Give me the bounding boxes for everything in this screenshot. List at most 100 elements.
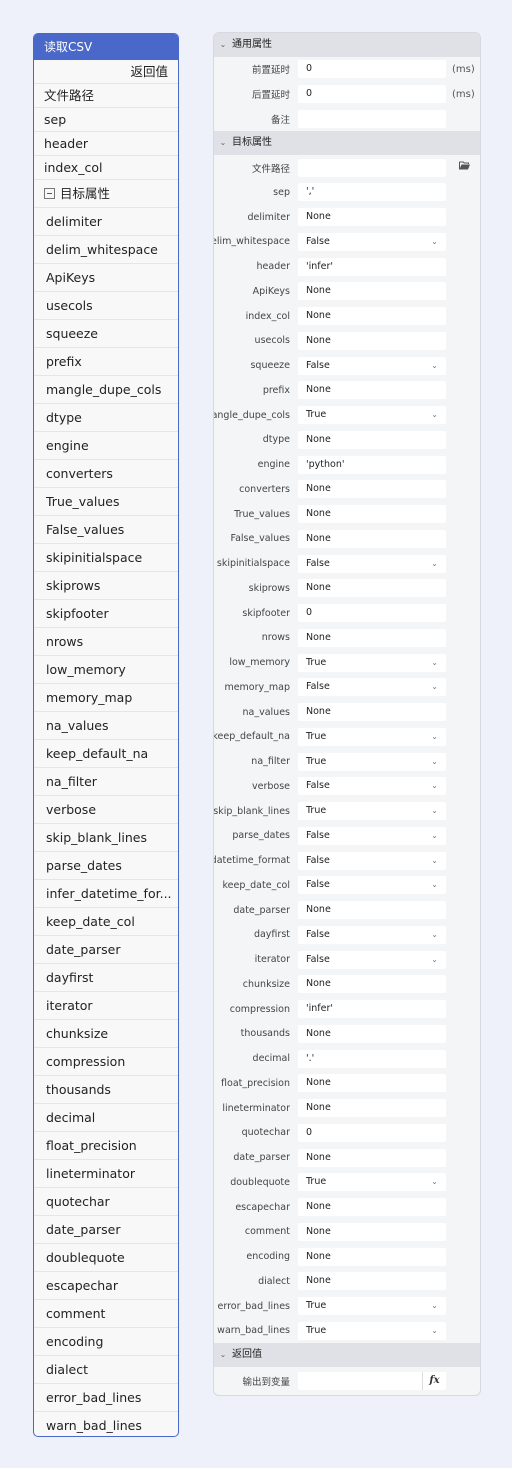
file-path-input[interactable] — [298, 158, 446, 177]
node-param-row[interactable]: mangle_dupe_cols — [34, 376, 178, 404]
prop-input[interactable]: None — [298, 480, 446, 499]
prop-input[interactable]: 'infer' — [298, 1000, 446, 1019]
node-param-row[interactable]: skipfooter — [34, 600, 178, 628]
prop-input[interactable]: '.' — [298, 1049, 446, 1068]
node-param-row[interactable]: error_bad_lines — [34, 1384, 178, 1412]
node-param-row[interactable]: infer_datetime_for... — [34, 880, 178, 908]
node-param-row[interactable]: low_memory — [34, 656, 178, 684]
prop-input[interactable]: 0 — [298, 1123, 446, 1142]
prop-input[interactable]: 0 — [298, 604, 446, 623]
node-param-row[interactable]: index_col — [34, 156, 178, 180]
prop-input[interactable]: None — [298, 628, 446, 647]
prop-input[interactable]: None — [298, 1148, 446, 1167]
node-param-row[interactable]: engine — [34, 432, 178, 460]
prop-select[interactable]: True ⌄ — [298, 802, 446, 821]
node-param-row[interactable]: sep — [34, 108, 178, 132]
prop-input[interactable]: None — [298, 1099, 446, 1118]
prop-input[interactable]: None — [298, 529, 446, 548]
section-output-header[interactable]: ⌄ 返回值 — [214, 1343, 480, 1368]
prop-input[interactable]: None — [298, 901, 446, 920]
node-param-row[interactable]: True_values — [34, 488, 178, 516]
node-param-row[interactable]: doublequote — [34, 1244, 178, 1272]
node-param-row[interactable]: nrows — [34, 628, 178, 656]
node-param-row[interactable]: dialect — [34, 1356, 178, 1384]
node-param-row[interactable]: skipinitialspace — [34, 544, 178, 572]
prop-input[interactable]: None — [298, 381, 446, 400]
prop-select[interactable]: False ⌄ — [298, 356, 446, 375]
prop-select[interactable]: True ⌄ — [298, 752, 446, 771]
node-param-row[interactable]: converters — [34, 460, 178, 488]
node-param-row[interactable]: False_values — [34, 516, 178, 544]
prop-select[interactable]: True ⌄ — [298, 1321, 446, 1340]
node-param-row[interactable]: keep_default_na — [34, 740, 178, 768]
node-param-row[interactable]: verbose — [34, 796, 178, 824]
node-param-row[interactable]: comment — [34, 1300, 178, 1328]
node-param-row[interactable]: 文件路径 — [34, 84, 178, 108]
prop-input[interactable]: None — [298, 208, 446, 227]
prop-input[interactable]: 0 — [298, 85, 446, 104]
prop-input[interactable]: None — [298, 505, 446, 524]
node-section-target[interactable]: 目标属性 — [34, 180, 178, 208]
prop-select[interactable]: False ⌄ — [298, 232, 446, 251]
prop-input[interactable]: None — [298, 331, 446, 350]
prop-input[interactable]: None — [298, 703, 446, 722]
prop-input[interactable]: 'python' — [298, 455, 446, 474]
prop-select[interactable]: True ⌄ — [298, 406, 446, 425]
node-param-row[interactable]: dtype — [34, 404, 178, 432]
node-param-row[interactable]: skiprows — [34, 572, 178, 600]
node-param-row[interactable]: delimiter — [34, 208, 178, 236]
prop-input[interactable]: None — [298, 1247, 446, 1266]
prop-input[interactable]: None — [298, 975, 446, 994]
prop-select[interactable]: False ⌄ — [298, 554, 446, 573]
prop-select[interactable]: False ⌄ — [298, 925, 446, 944]
prop-input[interactable]: 0 — [298, 60, 446, 79]
prop-select[interactable]: True ⌄ — [298, 727, 446, 746]
prop-select[interactable]: False ⌄ — [298, 851, 446, 870]
node-param-row[interactable]: memory_map — [34, 684, 178, 712]
prop-input[interactable]: None — [298, 430, 446, 449]
node-param-row[interactable]: header — [34, 132, 178, 156]
prop-input[interactable]: None — [298, 579, 446, 598]
prop-select[interactable]: True ⌄ — [298, 1297, 446, 1316]
node-param-row[interactable]: ApiKeys — [34, 264, 178, 292]
section-general-header[interactable]: ⌄ 通用属性 — [214, 33, 480, 57]
collapse-icon[interactable] — [44, 188, 55, 199]
node-param-row[interactable]: date_parser — [34, 936, 178, 964]
node-param-row[interactable]: warn_bad_lines — [34, 1412, 178, 1436]
node-param-row[interactable]: delim_whitespace — [34, 236, 178, 264]
node-param-row[interactable]: squeeze — [34, 320, 178, 348]
node-param-row[interactable]: chunksize — [34, 1020, 178, 1048]
node-param-row[interactable]: prefix — [34, 348, 178, 376]
prop-select[interactable]: False ⌄ — [298, 678, 446, 697]
node-param-row[interactable]: escapechar — [34, 1272, 178, 1300]
prop-select[interactable]: True ⌄ — [298, 653, 446, 672]
prop-select[interactable]: False ⌄ — [298, 876, 446, 895]
node-param-row[interactable]: na_values — [34, 712, 178, 740]
prop-input[interactable] — [298, 109, 446, 128]
prop-input[interactable]: 'infer' — [298, 257, 446, 276]
prop-input[interactable]: None — [298, 307, 446, 326]
node-param-row[interactable]: na_filter — [34, 768, 178, 796]
node-param-row[interactable]: thousands — [34, 1076, 178, 1104]
node-param-row[interactable]: parse_dates — [34, 852, 178, 880]
prop-input[interactable]: ',' — [298, 183, 446, 202]
prop-input[interactable]: None — [298, 1198, 446, 1217]
prop-input[interactable]: None — [298, 1222, 446, 1241]
node-param-row[interactable]: iterator — [34, 992, 178, 1020]
node-return-port[interactable]: 返回值 — [34, 60, 178, 84]
output-variable-input[interactable]: fx — [298, 1371, 446, 1390]
prop-input[interactable]: None — [298, 1074, 446, 1093]
prop-select[interactable]: False ⌄ — [298, 950, 446, 969]
node-param-row[interactable]: compression — [34, 1048, 178, 1076]
section-target-header[interactable]: ⌄ 目标属性 — [214, 131, 480, 156]
node-param-row[interactable]: encoding — [34, 1328, 178, 1356]
node-param-row[interactable]: skip_blank_lines — [34, 824, 178, 852]
prop-input[interactable]: None — [298, 1024, 446, 1043]
node-param-row[interactable]: lineterminator — [34, 1160, 178, 1188]
folder-open-icon[interactable] — [459, 161, 470, 170]
node-param-row[interactable]: quotechar — [34, 1188, 178, 1216]
node-param-row[interactable]: keep_date_col — [34, 908, 178, 936]
csv-node-card[interactable]: 读取CSV 返回值 文件路径 sep header index_col 目标属性 de… — [33, 33, 179, 1437]
node-param-row[interactable]: decimal — [34, 1104, 178, 1132]
node-param-row[interactable]: float_precision — [34, 1132, 178, 1160]
